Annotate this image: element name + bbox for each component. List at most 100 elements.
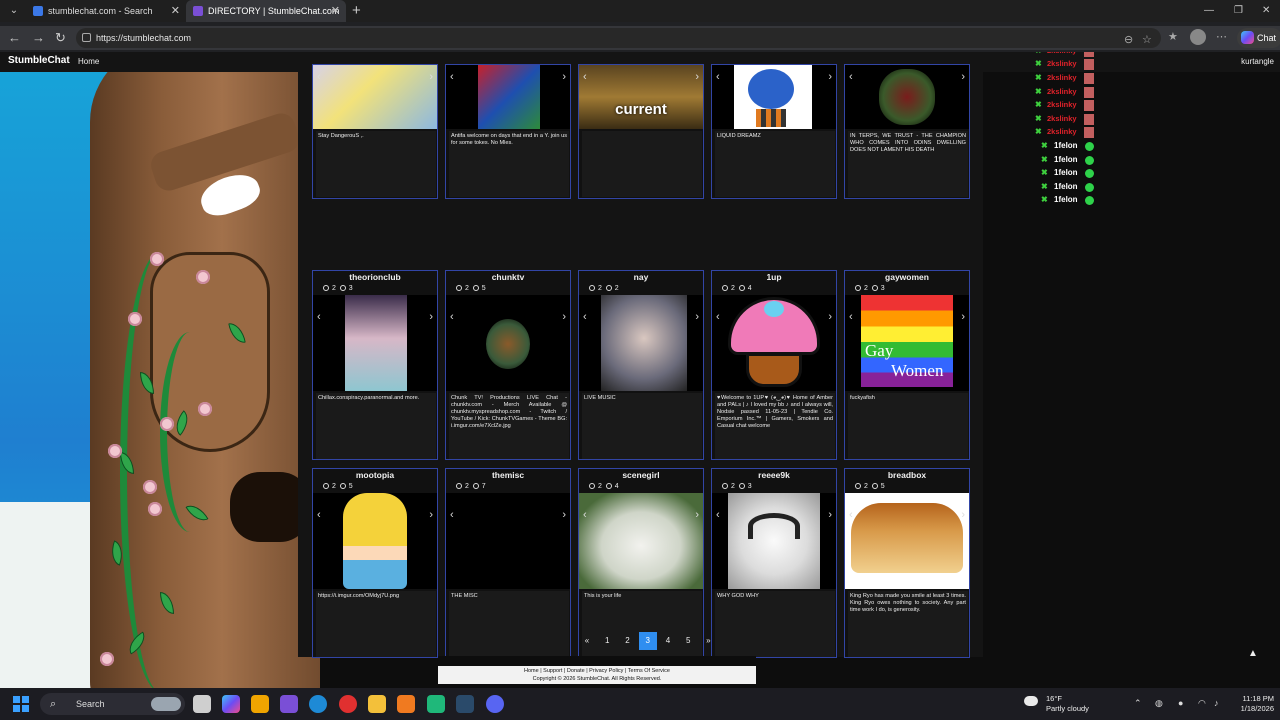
user-row[interactable]: ✖ 1felon [1035, 181, 1105, 195]
taskbar-search[interactable]: ⌕ Search [40, 693, 185, 715]
prev-image-icon[interactable]: ‹ [583, 311, 587, 323]
room-card[interactable]: ‹ › Antifa welcome on days that end in a… [445, 64, 571, 199]
weather-widget[interactable]: 16°F Partly cloudy [1024, 694, 1089, 714]
room-card[interactable]: ‹ › LIQUID DREAMZ [711, 64, 837, 199]
next-image-icon[interactable]: › [562, 71, 566, 83]
minimize-button[interactable]: — [1204, 0, 1214, 22]
room-card[interactable]: current ‹ › [578, 64, 704, 199]
prev-image-icon[interactable]: ‹ [317, 311, 321, 323]
scroll-to-top-icon[interactable]: ▲ [1248, 648, 1258, 659]
user-row[interactable]: ✖2kslinky [1035, 86, 1105, 100]
back-button[interactable]: ← [8, 30, 21, 46]
microphone-icon[interactable]: ● [1178, 698, 1183, 708]
zoom-icon[interactable]: ⊖ [1124, 33, 1133, 47]
room-card[interactable]: ‹ › Stay DangerouS ,. [312, 64, 438, 199]
next-image-icon[interactable]: › [828, 509, 832, 521]
page-4-button[interactable]: 4 [659, 632, 677, 650]
prev-image-icon[interactable]: ‹ [716, 71, 720, 83]
room-card-scenegirl[interactable]: scenegirl 2 4 ‹ › This is your life [578, 468, 704, 658]
wifi-icon[interactable]: ◠ [1198, 698, 1206, 709]
user-row[interactable]: ✖ 1felon [1035, 154, 1105, 168]
discord-icon[interactable] [486, 695, 504, 713]
user-row[interactable]: ✖ 1felon [1035, 194, 1105, 208]
app-icon[interactable] [280, 695, 298, 713]
bookmark-star-icon[interactable]: ☆ [1142, 33, 1152, 47]
next-image-icon[interactable]: › [429, 311, 433, 323]
room-card-themisc[interactable]: themisc 2 7 ‹ › THE MISC [445, 468, 571, 658]
user-row[interactable]: ✖2kslinky [1035, 99, 1105, 113]
next-image-icon[interactable]: › [429, 71, 433, 83]
app-icon[interactable] [397, 695, 415, 713]
app-icon[interactable] [427, 695, 445, 713]
site-info-icon[interactable] [82, 33, 91, 42]
next-image-icon[interactable]: › [695, 311, 699, 323]
store-icon[interactable] [251, 695, 269, 713]
room-card[interactable]: ‹ › IN TERPS, WE TRUST - THE CHAMPION WH… [844, 64, 970, 199]
next-image-icon[interactable]: › [828, 311, 832, 323]
prev-image-icon[interactable]: ‹ [716, 509, 720, 521]
user-row[interactable]: ✖2kslinky [1035, 72, 1105, 86]
user-row[interactable]: ✖2kslinky [1035, 126, 1105, 140]
address-bar[interactable]: https://stumblechat.com ⊖ ☆ [76, 28, 1161, 48]
tab-search-dropdown-icon[interactable]: ⌄ [5, 3, 23, 19]
maximize-button[interactable]: ❐ [1234, 0, 1243, 22]
room-card-mootopia[interactable]: mootopia 2 5 ‹ › https://i.imgur.com/OMd… [312, 468, 438, 658]
page-2-button[interactable]: 2 [618, 632, 636, 650]
room-card-theorionclub[interactable]: theorionclub 2 3 ‹ › Chillax.conspiracy.… [312, 270, 438, 460]
close-tab-icon[interactable]: ✕ [171, 0, 180, 22]
steam-icon[interactable] [456, 695, 474, 713]
next-image-icon[interactable]: › [562, 509, 566, 521]
user-row[interactable]: ✖2kslinky [1035, 58, 1105, 72]
room-card-chunktv[interactable]: chunktv 2 5 ‹ › Chunk TV! Productions LI… [445, 270, 571, 460]
forward-button[interactable]: → [32, 30, 45, 46]
room-card-reeee9k[interactable]: reeee9k 2 3 ‹ › WHY GOD WHY [711, 468, 837, 658]
copilot-taskbar-icon[interactable] [222, 695, 240, 713]
page-3-button[interactable]: 3 [638, 632, 657, 650]
room-card-gaywomen[interactable]: gaywomen 2 3 Gay Women ‹ › fuckyafish [844, 270, 970, 460]
next-image-icon[interactable]: › [429, 509, 433, 521]
page-next-button[interactable]: » [699, 632, 717, 650]
prev-image-icon[interactable]: ‹ [849, 311, 853, 323]
page-prev-button[interactable]: « [578, 632, 596, 650]
prev-image-icon[interactable]: ‹ [849, 71, 853, 83]
system-clock[interactable]: 11:18 PM 1/18/2026 [1232, 694, 1274, 714]
room-card-1up[interactable]: 1up 2 4 ‹ › ♥Welcome to 1UP♥ (◕‿◕)♥ Home… [711, 270, 837, 460]
next-image-icon[interactable]: › [695, 509, 699, 521]
room-card-breadbox[interactable]: breadbox 2 5 ‹ › King Ryo has made you s… [844, 468, 970, 658]
edge-icon[interactable] [309, 695, 327, 713]
task-view-icon[interactable] [193, 695, 211, 713]
room-card-nay[interactable]: nay 2 2 ‹ › LIVE MUSIC [578, 270, 704, 460]
prev-image-icon[interactable]: ‹ [450, 509, 454, 521]
profile-avatar[interactable] [1190, 29, 1206, 45]
prev-image-icon[interactable]: ‹ [583, 509, 587, 521]
site-brand[interactable]: StumbleChat [8, 55, 70, 66]
tab-directory[interactable]: DIRECTORY | StumbleChat.com ✕ [186, 0, 346, 22]
prev-image-icon[interactable]: ‹ [450, 311, 454, 323]
next-image-icon[interactable]: › [695, 71, 699, 83]
next-image-icon[interactable]: › [961, 311, 965, 323]
volume-icon[interactable]: ♪ [1214, 698, 1219, 708]
app-icon[interactable] [339, 695, 357, 713]
tab-search[interactable]: stumblechat.com - Search ✕ [26, 0, 186, 22]
new-tab-button[interactable]: + [352, 0, 361, 22]
next-image-icon[interactable]: › [562, 311, 566, 323]
user-row[interactable]: ✖2kslinky [1035, 113, 1105, 127]
user-row[interactable]: ✖ 1felon [1035, 167, 1105, 181]
start-windows-icon[interactable] [13, 696, 29, 712]
reload-button[interactable]: ↻ [55, 30, 66, 46]
page-5-button[interactable]: 5 [679, 632, 697, 650]
close-tab-icon[interactable]: ✕ [331, 0, 340, 22]
user-row[interactable]: ✖ 1felon [1035, 140, 1105, 154]
show-hidden-icons-icon[interactable]: ⌃ [1134, 698, 1142, 709]
nav-home-link[interactable]: Home [78, 57, 99, 66]
prev-image-icon[interactable]: ‹ [849, 509, 853, 521]
prev-image-icon[interactable]: ‹ [716, 311, 720, 323]
page-1-button[interactable]: 1 [598, 632, 616, 650]
network-icon[interactable]: ◍ [1155, 698, 1163, 709]
prev-image-icon[interactable]: ‹ [317, 71, 321, 83]
next-image-icon[interactable]: › [828, 71, 832, 83]
file-explorer-icon[interactable] [368, 695, 386, 713]
prev-image-icon[interactable]: ‹ [583, 71, 587, 83]
favorites-icon[interactable]: ★ [1168, 30, 1178, 44]
prev-image-icon[interactable]: ‹ [317, 509, 321, 521]
